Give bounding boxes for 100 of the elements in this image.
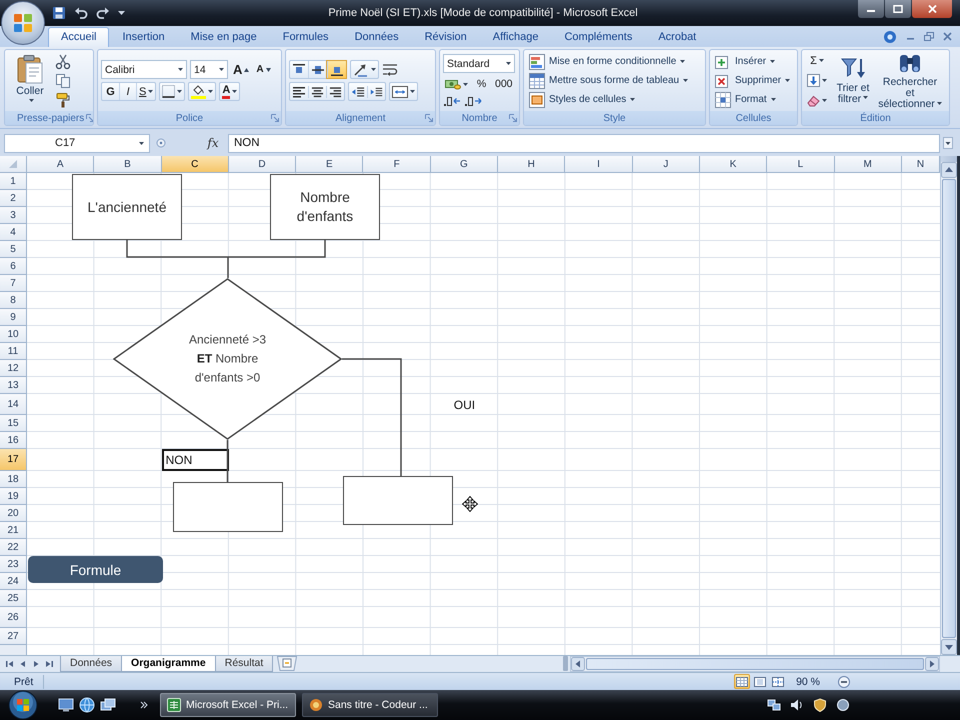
row-header[interactable]: 17 [0,449,27,471]
column-header[interactable]: A [27,156,94,173]
column-header[interactable]: I [565,156,633,173]
status-dot-icon[interactable] [836,698,850,712]
orientation-button[interactable] [350,60,379,79]
table-cell[interactable]: NON [162,449,229,471]
column-header[interactable]: J [632,156,700,173]
paintbrush-icon[interactable] [55,92,71,108]
taskbar-button[interactable]: Microsoft Excel - Pri... [160,693,296,717]
autosum-button[interactable]: Σ [808,52,826,69]
column-header[interactable]: K [700,156,768,173]
ribbon-tab[interactable]: Données [342,27,412,47]
network-icon[interactable] [767,698,781,712]
scissors-icon[interactable] [55,54,71,70]
view-button[interactable] [752,674,768,689]
column-header[interactable]: H [498,156,566,173]
stacked-windows-icon[interactable] [100,697,116,713]
column-header[interactable]: E [296,156,364,173]
sort-filter-button[interactable]: Trier et filtrer [832,56,874,104]
help-icon[interactable] [883,30,897,44]
redo-icon[interactable] [96,6,110,20]
ribbon-tab[interactable]: Compléments [551,27,646,47]
caret-icon[interactable] [118,10,125,16]
column-header[interactable]: L [767,156,835,173]
copy-icon[interactable] [55,72,71,88]
macro-button[interactable]: Formule [28,556,163,583]
decrease-indent-icon[interactable] [349,86,367,98]
scroll-thumb[interactable] [586,658,924,670]
sheet-tab[interactable]: Organigramme [121,656,216,672]
fill-color-button[interactable] [188,82,216,101]
split-handle[interactable] [563,656,568,671]
minimize-button[interactable] [858,0,884,18]
number-format-button[interactable]: 000 [493,76,515,92]
column-header[interactable]: F [363,156,431,173]
borders-button[interactable] [159,82,186,101]
ribbon-tab[interactable]: Révision [412,27,480,47]
ribbon-tab[interactable]: Accueil [48,27,110,47]
underline-button[interactable]: S [136,83,156,100]
number-format-button[interactable]: % [473,76,490,92]
column-header[interactable]: C [162,156,229,173]
sheet-tab[interactable]: Données [60,656,122,672]
insert-function-button[interactable]: fx [202,134,224,152]
ribbon-command[interactable]: Supprimer [713,72,792,90]
ribbon-command[interactable]: Format [713,90,792,108]
align-left-icon[interactable] [290,86,308,98]
find-select-button[interactable]: Rechercher et sélectionner [877,51,943,110]
maximize-button[interactable] [885,0,911,18]
ribbon-command[interactable]: Insérer [713,52,792,70]
column-header[interactable]: N [902,156,940,173]
new-sheet-icon[interactable] [277,656,298,671]
vertical-scrollbar[interactable] [940,156,957,655]
decrease-decimal-icon[interactable] [443,95,461,107]
name-box[interactable]: C17 [4,134,150,152]
increase-decimal-icon[interactable] [464,95,482,107]
zoom-out-icon[interactable] [838,676,850,688]
first-sheet-icon[interactable] [4,658,16,670]
column-header[interactable]: G [430,156,498,173]
wrap-text-icon[interactable] [382,62,398,76]
ribbon-command[interactable]: Styles de cellules [527,90,690,108]
close-icon[interactable] [943,32,952,41]
ribbon-command[interactable]: Mettre sous forme de tableau [527,72,690,90]
last-sheet-icon[interactable] [43,658,55,670]
merge-button[interactable] [389,82,418,101]
taskbar-button[interactable]: Sans titre - Codeur ... [302,693,438,717]
view-button[interactable] [770,674,786,689]
start-button[interactable] [6,690,40,720]
paste-button[interactable]: Coller [8,54,52,108]
ribbon-tab[interactable]: Mise en page [178,27,270,47]
font-size-dropdown[interactable]: 14 [190,60,228,79]
shrink-font-button[interactable]: A [254,61,273,78]
ribbon-tab[interactable]: Affichage [480,27,552,47]
table-cell[interactable]: OUI [430,394,498,415]
bold-button[interactable]: G [102,83,119,100]
restore-icon[interactable] [924,32,934,41]
increase-indent-icon[interactable] [367,86,385,98]
ribbon-tab[interactable]: Formules [270,27,342,47]
column-header[interactable]: M [834,156,902,173]
align-right-icon[interactable] [326,86,344,98]
zoom-level[interactable]: 90 % [796,676,820,688]
grow-font-button[interactable]: A [231,61,252,78]
fill-button[interactable] [805,72,829,89]
chevron-icon[interactable] [140,701,148,709]
close-button[interactable] [912,0,952,18]
italic-button[interactable]: I [119,83,136,100]
expand-icon[interactable] [943,137,953,149]
speaker-icon[interactable] [790,698,804,712]
shield-icon[interactable] [813,698,827,712]
split-handle[interactable] [941,156,957,162]
view-button[interactable] [734,674,750,689]
number-format-dropdown[interactable]: Standard [443,54,515,73]
scroll-thumb[interactable] [942,179,956,638]
desktop-icon[interactable] [58,697,74,713]
formula-input[interactable]: NON [228,134,940,152]
ribbon-command[interactable]: Mise en forme conditionnelle [527,52,690,70]
column-header[interactable]: D [228,156,296,173]
align-center-icon[interactable] [308,86,326,98]
font-name-dropdown[interactable]: Calibri [101,60,187,79]
font-color-button[interactable]: A [219,82,240,101]
vertical-align-button[interactable] [327,61,346,78]
horizontal-scrollbar[interactable] [570,656,940,672]
